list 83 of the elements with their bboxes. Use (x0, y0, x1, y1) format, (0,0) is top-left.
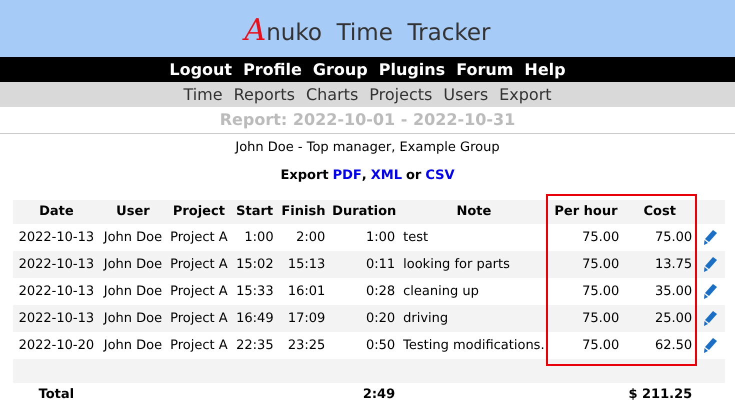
table-cell: Project A (166, 305, 232, 332)
pencil-icon[interactable] (704, 230, 718, 245)
table-cell: Project A (166, 224, 232, 251)
table-cell: Testing modifications. (399, 332, 549, 359)
column-header: Per hour (548, 200, 624, 224)
nav-link[interactable]: Users (443, 82, 488, 106)
table-cell: cleaning up (399, 278, 549, 305)
user-info: John Doe - Top manager, Example Group (235, 139, 500, 158)
table-cell: John Doe (100, 332, 166, 359)
pencil-icon[interactable] (704, 256, 718, 272)
table-cell: John Doe (100, 224, 166, 251)
column-header: Cost (623, 200, 696, 224)
table-cell: 2022-10-13 (13, 224, 100, 251)
table-cell: 0:50 (329, 332, 400, 359)
separator-text: , (362, 166, 367, 185)
nav-link[interactable]: Reports (234, 82, 295, 106)
nav-link[interactable]: Charts (306, 82, 358, 106)
app-logo: Anuko Time Tracker (244, 4, 490, 53)
table-cell: driving (399, 305, 549, 332)
table-cell: 75.00 (548, 305, 624, 332)
table-cell: John Doe (100, 278, 166, 305)
table-cell: 2:00 (278, 224, 330, 251)
report-title: Report: 2022-10-01 - 2022-10-31 (220, 109, 516, 131)
table-cell: 75.00 (548, 251, 624, 278)
export-label: Export (280, 166, 329, 185)
table-cell: 2022-10-13 (13, 251, 100, 278)
menu-link[interactable]: Help (524, 58, 566, 82)
pencil-icon[interactable] (704, 338, 718, 353)
table-cell: test (399, 224, 549, 251)
nav-link[interactable]: Projects (369, 82, 432, 106)
column-header: User (100, 200, 166, 224)
separator-text: or (406, 166, 422, 185)
table-cell: 17:09 (278, 305, 330, 332)
column-header: Finish (278, 200, 330, 224)
table-cell: 2022-10-13 (13, 305, 100, 332)
table-cell: 15:13 (278, 251, 330, 278)
menu-link[interactable]: Group (312, 58, 368, 82)
column-header: Start (232, 200, 278, 224)
table-cell: 13.75 (623, 251, 696, 278)
download-link[interactable]: CSV (425, 166, 455, 186)
table-cell: 75.00 (623, 224, 696, 251)
table-cell: 1:00 (329, 224, 400, 251)
table-cell: 25.00 (623, 305, 696, 332)
table-cell: Project A (166, 278, 232, 305)
menu-link[interactable]: Profile (243, 58, 302, 82)
column-header: Project (166, 200, 232, 224)
table-cell: 0:20 (329, 305, 400, 332)
table-cell: 75.00 (548, 278, 624, 305)
menu-link[interactable]: Plugins (378, 58, 446, 82)
table-cell: 2022-10-20 (13, 332, 100, 359)
table-cell: 2022-10-13 (13, 278, 100, 305)
table-cell: 75.00 (548, 332, 624, 359)
pencil-icon[interactable] (704, 284, 718, 299)
table-cell: 22:35 (232, 332, 278, 359)
table-cell: 62.50 (623, 332, 696, 359)
table-cell: 16:01 (278, 278, 330, 305)
column-header: Duration (329, 200, 400, 224)
table-cell: Project A (166, 332, 232, 359)
table-cell: 23:25 (278, 332, 330, 359)
table-cell: 75.00 (548, 224, 624, 251)
pencil-icon[interactable] (704, 310, 718, 326)
total-duration: 2:49 (329, 383, 400, 407)
menu-link[interactable]: Logout (169, 58, 232, 82)
column-header: Date (13, 200, 100, 224)
table-cell: John Doe (100, 305, 166, 332)
table-cell: 16:49 (232, 305, 278, 332)
column-header: Note (399, 200, 549, 224)
download-link[interactable]: PDF (332, 166, 362, 186)
table-cell: 15:02 (232, 251, 278, 278)
table-cell: Project A (166, 251, 232, 278)
nav-link[interactable]: Export (499, 82, 552, 106)
table-cell: John Doe (100, 251, 166, 278)
table-cell: looking for parts (399, 251, 549, 278)
download-link[interactable]: XML (370, 166, 402, 186)
table-cell: 0:11 (329, 251, 400, 278)
total-label: Total (13, 383, 100, 407)
table-cell: 15:33 (232, 278, 278, 305)
table-cell: 35.00 (623, 278, 696, 305)
menu-link[interactable]: Forum (456, 58, 514, 82)
total-cost: $ 211.25 (623, 383, 696, 407)
table-cell: 1:00 (232, 224, 278, 251)
nav-link[interactable]: Time (183, 82, 223, 106)
table-cell: 0:28 (329, 278, 400, 305)
